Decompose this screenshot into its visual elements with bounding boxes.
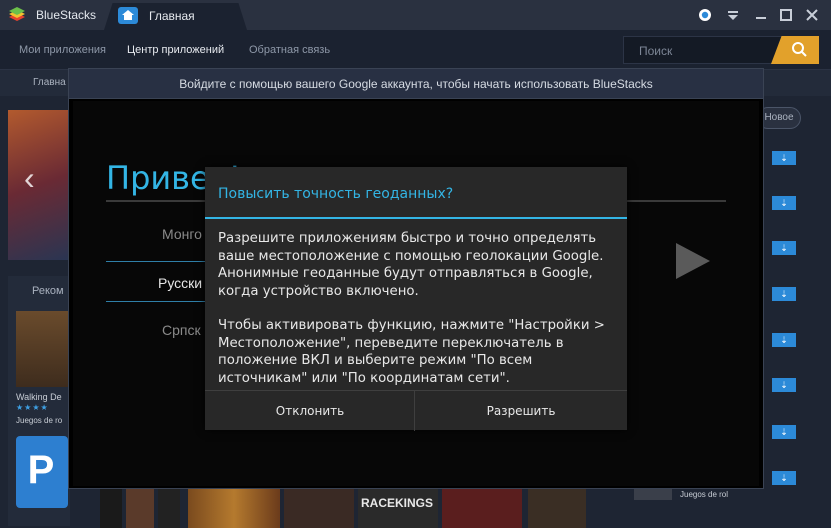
download-icon[interactable]: ⇣ xyxy=(772,333,796,347)
racekings-thumbnail[interactable]: RACEKINGS xyxy=(358,488,438,528)
chevron-left-icon[interactable]: ‹ xyxy=(24,160,35,197)
nav-feedback[interactable]: Обратная связь xyxy=(249,44,330,56)
recommended-heading: Реком xyxy=(32,285,64,297)
button-divider xyxy=(414,391,415,431)
signin-title: Войдите с помощью вашего Google аккаунта… xyxy=(179,77,653,91)
download-icon[interactable]: ⇣ xyxy=(772,378,796,392)
app-category: Juegos de rol xyxy=(680,490,729,499)
nav-app-center[interactable]: Центр приложений xyxy=(127,44,224,56)
download-icon[interactable]: ⇣ xyxy=(772,151,796,165)
maximize-icon[interactable] xyxy=(777,6,795,24)
search-box[interactable]: Поиск xyxy=(623,36,819,64)
game-category: Juegos de ro xyxy=(16,416,63,425)
app-thumbnail[interactable] xyxy=(188,488,280,528)
dialog-button-bar: Отклонить Разрешить xyxy=(205,390,627,431)
brand-name: BlueStacks xyxy=(36,8,97,22)
dialog-title-divider xyxy=(205,217,627,219)
download-icon[interactable]: ⇣ xyxy=(772,425,796,439)
banner-image[interactable] xyxy=(8,110,68,260)
game-thumbnail-walking-dead[interactable] xyxy=(16,311,68,387)
dialog-message-1: Разрешите приложениям быстро и точно опр… xyxy=(218,231,604,299)
app-thumbnail[interactable] xyxy=(442,488,522,528)
game-name[interactable]: Walking De xyxy=(16,392,62,402)
download-icon[interactable]: ⇣ xyxy=(772,471,796,485)
download-icon[interactable]: ⇣ xyxy=(772,241,796,255)
app-thumbnail[interactable] xyxy=(126,488,154,528)
decline-button[interactable]: Отклонить xyxy=(205,391,415,431)
next-arrow-icon[interactable] xyxy=(676,243,710,279)
language-option[interactable]: Српск xyxy=(162,322,201,338)
location-accuracy-dialog: Повысить точность геоданных? Разрешите п… xyxy=(205,167,627,431)
bluestacks-window: BlueStacks Главная Мои приложения Центр … xyxy=(0,0,831,528)
allow-button[interactable]: Разрешить xyxy=(416,391,626,431)
rating-stars: ★★★★ xyxy=(16,403,49,412)
menu-down-icon[interactable] xyxy=(724,6,742,24)
language-option[interactable]: Монго xyxy=(162,226,202,242)
close-icon[interactable] xyxy=(803,6,821,24)
p-logo-icon: P xyxy=(27,448,55,492)
dialog-message-2: Чтобы активировать функцию, нажмите "Нас… xyxy=(218,318,605,386)
search-button[interactable] xyxy=(771,36,819,64)
tab-home-label: Главная xyxy=(149,9,195,23)
search-placeholder: Поиск xyxy=(639,44,673,58)
racekings-label: RACEKINGS xyxy=(361,496,434,510)
search-icon xyxy=(792,42,807,57)
signin-header: Войдите с помощью вашего Google аккаунта… xyxy=(69,69,763,99)
subnav-home[interactable]: Главна xyxy=(33,77,66,88)
dialog-title: Повысить точность геоданных? xyxy=(218,186,454,202)
app-thumbnail[interactable] xyxy=(100,488,122,528)
title-bar: BlueStacks Главная xyxy=(0,0,831,30)
language-option-selected[interactable]: Русски xyxy=(158,275,202,291)
app-thumbnail[interactable] xyxy=(158,488,180,528)
app-thumbnail[interactable] xyxy=(284,488,354,528)
location-icon[interactable] xyxy=(696,6,714,24)
download-icon[interactable]: ⇣ xyxy=(772,196,796,210)
download-icon[interactable]: ⇣ xyxy=(772,287,796,301)
home-icon xyxy=(118,7,138,24)
app-thumbnail[interactable] xyxy=(528,488,586,528)
top-nav: Мои приложения Центр приложений Обратная… xyxy=(0,30,831,70)
minimize-icon[interactable] xyxy=(752,6,770,24)
nav-my-apps[interactable]: Мои приложения xyxy=(19,44,106,56)
bluestacks-logo-icon xyxy=(9,7,25,21)
